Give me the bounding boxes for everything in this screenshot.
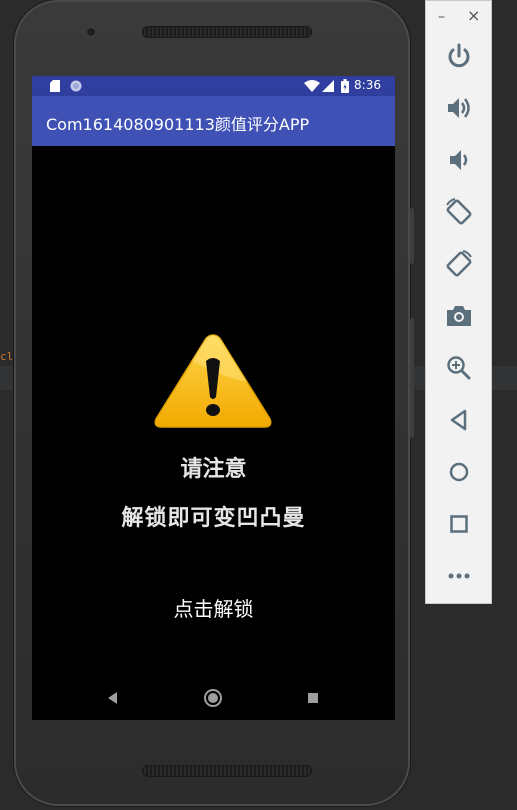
side-power-button[interactable] (410, 318, 414, 438)
power-button[interactable] (444, 41, 474, 71)
zoom-button[interactable] (444, 353, 474, 383)
volume-up-button[interactable] (444, 93, 474, 123)
sync-icon (70, 80, 82, 92)
wifi-icon (304, 80, 320, 92)
volume-down-button[interactable] (444, 145, 474, 175)
screenshot-button[interactable] (444, 301, 474, 331)
front-camera (86, 27, 96, 37)
sd-card-icon (50, 80, 60, 92)
volume-down-icon (450, 150, 468, 170)
zoom-icon (447, 356, 471, 380)
navigation-bar (32, 676, 395, 720)
nav-overview-icon[interactable] (303, 688, 323, 708)
screenshot-icon (447, 306, 471, 326)
top-speaker (142, 26, 312, 38)
bottom-speaker (142, 765, 312, 777)
signal-icon (322, 80, 334, 92)
volume-up-icon (448, 98, 470, 118)
notice-message: 解锁即可变凹凸曼 (121, 506, 306, 531)
back-icon (450, 409, 467, 431)
unlock-button[interactable]: 点击解锁 (152, 592, 275, 626)
rotate-left-icon (446, 198, 472, 225)
nav-home-icon[interactable] (203, 688, 223, 708)
status-bar: 8:36 (32, 76, 395, 96)
close-button[interactable]: × (467, 6, 480, 25)
app-title: Com1614080901113颜值评分APP (46, 115, 310, 134)
home-button[interactable] (444, 457, 474, 487)
side-volume-button[interactable] (410, 208, 414, 264)
rotate-right-button[interactable] (444, 249, 474, 279)
warning-icon (154, 334, 272, 428)
home-icon (449, 462, 469, 482)
notice-title: 请注意 (180, 457, 247, 482)
overview-icon (450, 515, 468, 533)
device-screen: 8:36 Com1614080901113颜值评分APP 请注意 解锁即可变凹凸… (32, 76, 395, 720)
rotate-right-icon (446, 250, 472, 277)
battery-icon (341, 79, 349, 93)
overview-button[interactable] (444, 509, 474, 539)
power-icon (448, 43, 470, 68)
rotate-left-button[interactable] (444, 197, 474, 227)
status-time: 8:36 (354, 78, 381, 92)
app-action-bar: Com1614080901113颜值评分APP (32, 96, 395, 146)
minimize-button[interactable]: – (438, 9, 445, 25)
more-button[interactable] (444, 561, 474, 591)
more-icon (448, 573, 470, 579)
nav-back-icon[interactable] (103, 688, 123, 708)
back-button[interactable] (444, 405, 474, 435)
emulator-toolbar: – × (425, 0, 492, 604)
